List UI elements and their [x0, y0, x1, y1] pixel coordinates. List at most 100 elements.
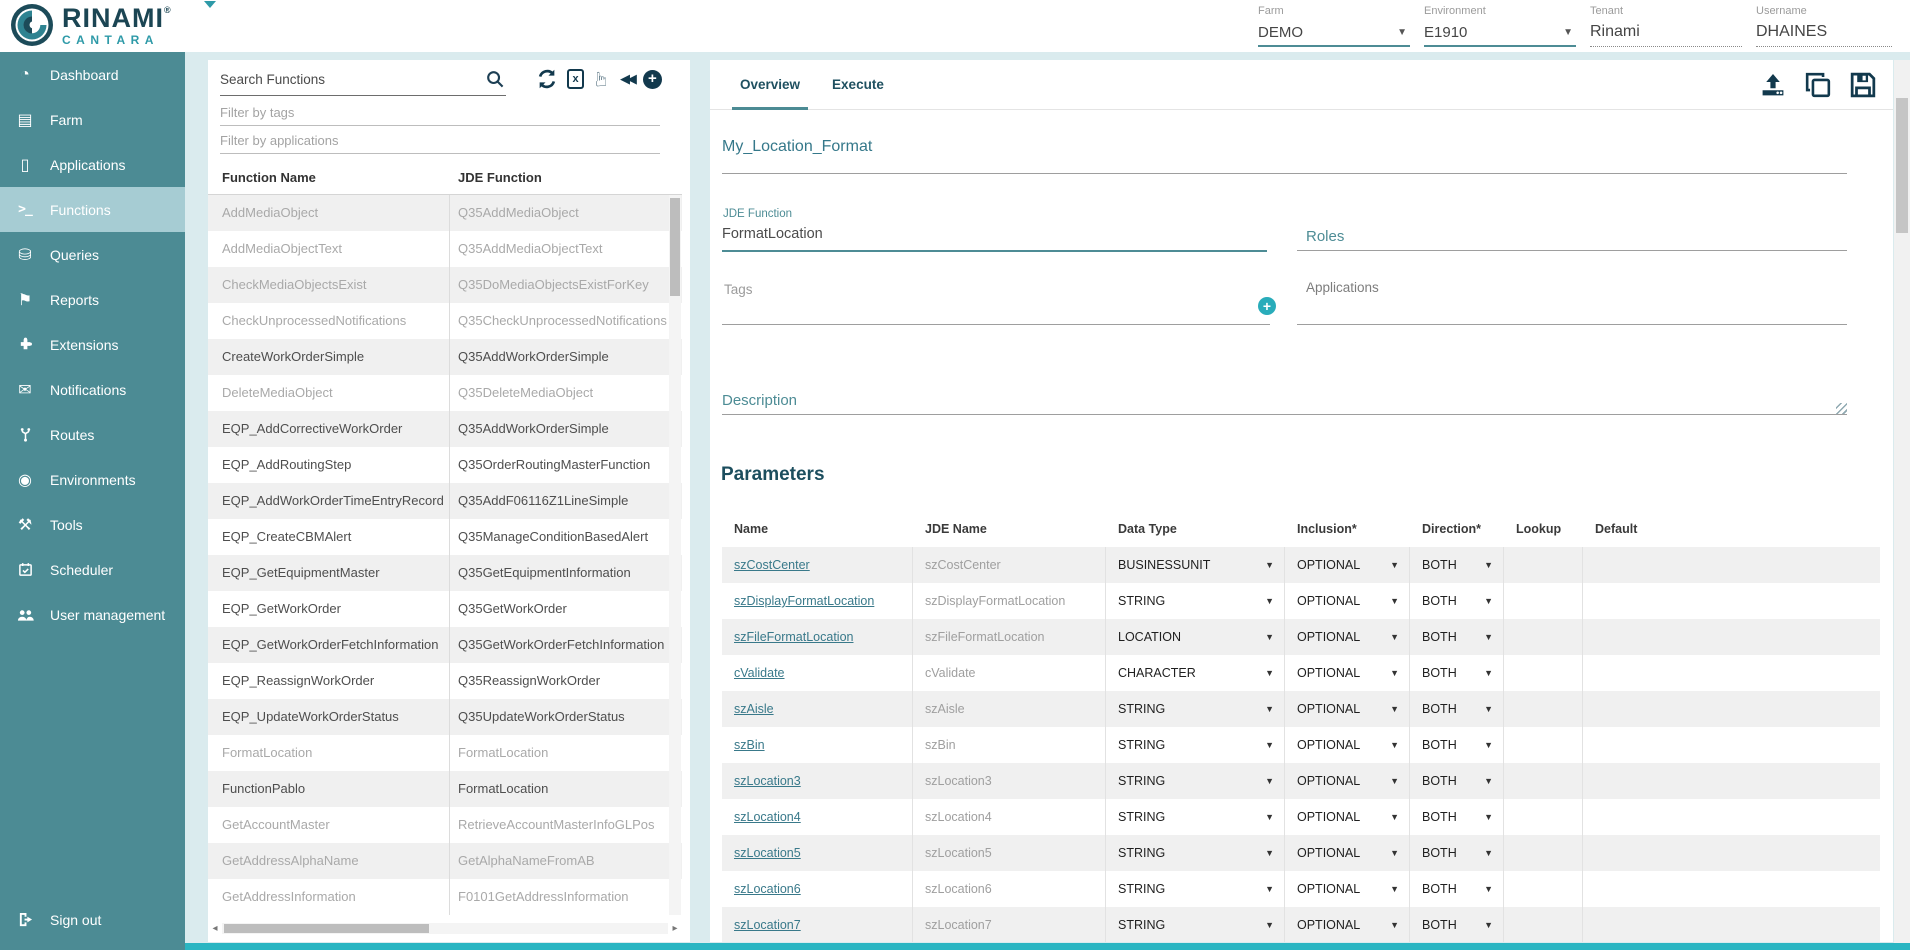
direction-select[interactable]: BOTH ▼: [1410, 727, 1504, 763]
data-type-select[interactable]: STRING ▼: [1106, 835, 1285, 871]
inclusion-select[interactable]: OPTIONAL ▼: [1285, 655, 1410, 691]
tab-overview[interactable]: Overview: [724, 60, 816, 110]
environment-select[interactable]: Environment E1910 ▼: [1424, 5, 1576, 47]
inclusion-select[interactable]: OPTIONAL ▼: [1285, 799, 1410, 835]
parameter-name-link[interactable]: szAisle: [722, 691, 913, 727]
direction-select[interactable]: BOTH ▼: [1410, 547, 1504, 583]
function-row[interactable]: EQP_AddWorkOrderTimeEntryRecord Q35AddF0…: [208, 483, 682, 519]
function-row[interactable]: FunctionPablo FormatLocation: [208, 771, 682, 807]
functions-vertical-scrollbar[interactable]: [669, 195, 681, 915]
function-row[interactable]: CheckUnprocessedNotifications Q35CheckUn…: [208, 303, 682, 339]
data-type-select[interactable]: STRING ▼: [1106, 763, 1285, 799]
tab-execute[interactable]: Execute: [816, 60, 900, 110]
parameter-name-link[interactable]: szBin: [722, 727, 913, 763]
sidebar-item-user-management[interactable]: User management: [0, 592, 185, 637]
sidebar-item-farm[interactable]: ▤ Farm: [0, 97, 185, 142]
parameter-name-link[interactable]: szLocation7: [722, 907, 913, 942]
inclusion-select[interactable]: OPTIONAL ▼: [1285, 727, 1410, 763]
data-type-select[interactable]: LOCATION ▼: [1106, 619, 1285, 655]
inclusion-select[interactable]: OPTIONAL ▼: [1285, 547, 1410, 583]
sidebar-item-environments[interactable]: ◉ Environments: [0, 457, 185, 502]
data-type-select[interactable]: STRING ▼: [1106, 583, 1285, 619]
inclusion-select[interactable]: OPTIONAL ▼: [1285, 835, 1410, 871]
search-input[interactable]: [220, 66, 470, 92]
function-row[interactable]: CreateWorkOrderSimple Q35AddWorkOrderSim…: [208, 339, 682, 375]
hand-pointer-icon[interactable]: ☞: [592, 70, 612, 88]
function-row[interactable]: GetAccountMaster RetrieveAccountMasterIn…: [208, 807, 682, 843]
function-row[interactable]: EQP_CreateCBMAlert Q35ManageConditionBas…: [208, 519, 682, 555]
data-type-select[interactable]: STRING ▼: [1106, 727, 1285, 763]
function-row[interactable]: EQP_GetWorkOrderFetchInformation Q35GetW…: [208, 627, 682, 663]
parameter-name-link[interactable]: szDisplayFormatLocation: [722, 583, 913, 619]
textarea-resize-grip-icon[interactable]: [1836, 403, 1847, 414]
function-row[interactable]: EQP_GetWorkOrder Q35GetWorkOrder: [208, 591, 682, 627]
function-row[interactable]: EQP_ReassignWorkOrder Q35ReassignWorkOrd…: [208, 663, 682, 699]
tag-filter-input[interactable]: [220, 100, 660, 124]
add-function-icon[interactable]: +: [643, 70, 662, 89]
direction-select[interactable]: BOTH ▼: [1410, 907, 1504, 942]
copy-icon[interactable]: [1804, 71, 1832, 99]
parameter-name-link[interactable]: szLocation5: [722, 835, 913, 871]
data-type-select[interactable]: CHARACTER ▼: [1106, 655, 1285, 691]
parameter-name-link[interactable]: szLocation4: [722, 799, 913, 835]
add-tag-icon[interactable]: +: [1258, 297, 1276, 315]
scrollbar-thumb[interactable]: [670, 198, 680, 296]
scrollbar-track[interactable]: [222, 923, 668, 934]
function-row[interactable]: AddMediaObjectText Q35AddMediaObjectText: [208, 231, 682, 267]
detail-vertical-scrollbar[interactable]: [1894, 60, 1910, 950]
scrollbar-thumb[interactable]: [224, 924, 429, 933]
sidebar-item-applications[interactable]: ▯ Applications: [0, 142, 185, 187]
jde-function-input[interactable]: [722, 226, 1242, 242]
data-type-select[interactable]: STRING ▼: [1106, 691, 1285, 727]
username-field[interactable]: Username DHAINES: [1756, 5, 1892, 47]
direction-select[interactable]: BOTH ▼: [1410, 871, 1504, 907]
tags-input[interactable]: [724, 282, 1204, 297]
inclusion-select[interactable]: OPTIONAL ▼: [1285, 763, 1410, 799]
inclusion-select[interactable]: OPTIONAL ▼: [1285, 907, 1410, 942]
function-row[interactable]: EQP_AddRoutingStep Q35OrderRoutingMaster…: [208, 447, 682, 483]
function-row[interactable]: AddMediaObject Q35AddMediaObject: [208, 195, 682, 231]
parameter-name-link[interactable]: szCostCenter: [722, 547, 913, 583]
direction-select[interactable]: BOTH ▼: [1410, 619, 1504, 655]
refresh-icon[interactable]: [536, 68, 558, 90]
function-row[interactable]: EQP_AddCorrectiveWorkOrder Q35AddWorkOrd…: [208, 411, 682, 447]
sidebar-item-extensions[interactable]: Extensions: [0, 322, 185, 367]
export-excel-icon[interactable]: x: [567, 69, 584, 89]
inclusion-select[interactable]: OPTIONAL ▼: [1285, 691, 1410, 727]
parameter-name-link[interactable]: szLocation6: [722, 871, 913, 907]
inclusion-select[interactable]: OPTIONAL ▼: [1285, 619, 1410, 655]
upload-icon[interactable]: [1759, 71, 1787, 99]
sidebar-item-tools[interactable]: ⚒ Tools: [0, 502, 185, 547]
direction-select[interactable]: BOTH ▼: [1410, 763, 1504, 799]
application-filter-input[interactable]: [220, 128, 660, 152]
sidebar-item-dashboard[interactable]: ◔ Dashboard: [0, 52, 185, 97]
data-type-select[interactable]: STRING ▼: [1106, 907, 1285, 942]
sidebar-item-routes[interactable]: Routes: [0, 412, 185, 457]
function-row[interactable]: GetAddressAlphaName GetAlphaNameFromAB: [208, 843, 682, 879]
parameter-name-link[interactable]: cValidate: [722, 655, 913, 691]
sidebar-item-reports[interactable]: ⚑ Reports: [0, 277, 185, 322]
sidebar-item-functions[interactable]: >_ Functions: [0, 187, 185, 232]
farm-select[interactable]: Farm DEMO ▼: [1258, 5, 1410, 47]
inclusion-select[interactable]: OPTIONAL ▼: [1285, 583, 1410, 619]
save-icon[interactable]: [1849, 71, 1877, 99]
sidebar-item-notifications[interactable]: ✉ Notifications: [0, 367, 185, 412]
direction-select[interactable]: BOTH ▼: [1410, 655, 1504, 691]
sidebar-item-scheduler[interactable]: Scheduler: [0, 547, 185, 592]
data-type-select[interactable]: STRING ▼: [1106, 871, 1285, 907]
sidebar-item-queries[interactable]: ⛁ Queries: [0, 232, 185, 277]
function-row[interactable]: CheckMediaObjectsExist Q35DoMediaObjects…: [208, 267, 682, 303]
rewind-icon[interactable]: ◀◀: [620, 71, 634, 87]
function-row[interactable]: EQP_GetEquipmentMaster Q35GetEquipmentIn…: [208, 555, 682, 591]
description-field[interactable]: [722, 414, 1847, 415]
scroll-right-icon[interactable]: ▸: [668, 923, 682, 934]
direction-select[interactable]: BOTH ▼: [1410, 799, 1504, 835]
parameter-name-link[interactable]: szFileFormatLocation: [722, 619, 913, 655]
direction-select[interactable]: BOTH ▼: [1410, 583, 1504, 619]
data-type-select[interactable]: BUSINESSUNIT ▼: [1106, 547, 1285, 583]
function-row[interactable]: EQP_UpdateWorkOrderStatus Q35UpdateWorkO…: [208, 699, 682, 735]
parameter-name-link[interactable]: szLocation3: [722, 763, 913, 799]
data-type-select[interactable]: STRING ▼: [1106, 799, 1285, 835]
function-row[interactable]: DeleteMediaObject Q35DeleteMediaObject: [208, 375, 682, 411]
tenant-field[interactable]: Tenant Rinami: [1590, 5, 1742, 47]
